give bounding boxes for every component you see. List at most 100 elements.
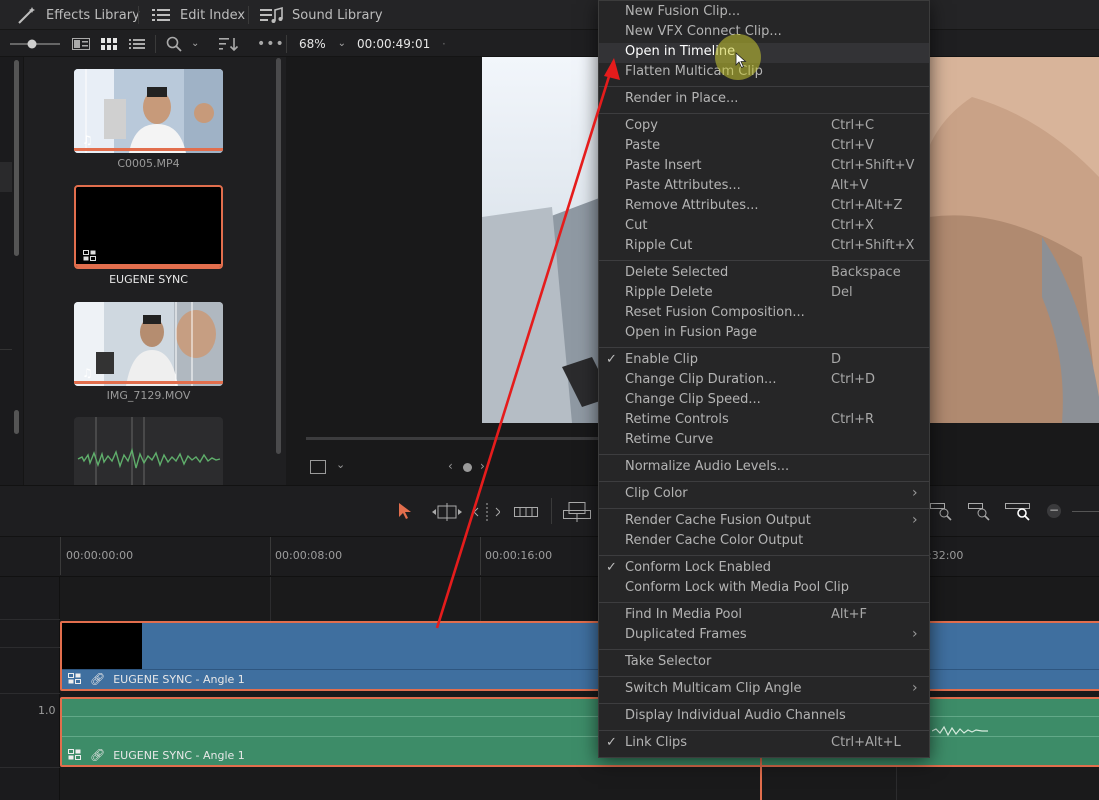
sort-button[interactable] [219,30,239,57]
thumbnail-size-slider[interactable] [10,30,60,57]
menu-item-shortcut: Ctrl+C [831,118,875,133]
insert-clip-icon[interactable] [563,502,591,522]
viewer-timecode[interactable]: 00:00:49:01 [357,30,430,57]
menu-item-paste-attributes[interactable]: Paste Attributes... Alt+V [599,177,929,197]
zoom-detail-icon[interactable] [968,501,990,521]
edit-index-button[interactable]: Edit Index [152,0,245,30]
next-frame-icon[interactable]: › [480,459,485,473]
audio-clip-thumbnail[interactable] [74,417,223,485]
menu-item-conform-lock-enabled[interactable]: ✓ Conform Lock Enabled [599,559,929,579]
menu-item-shortcut: Ctrl+R [831,412,875,427]
menu-item-normalize-audio-levels[interactable]: Normalize Audio Levels... [599,458,929,478]
menu-item-render-cache-color-output[interactable]: Render Cache Color Output [599,532,929,552]
zoom-level[interactable]: 68% ⌄ [299,30,346,57]
menu-item-copy[interactable]: Copy Ctrl+C [599,117,929,137]
timeline-ruler[interactable]: 00:00:00:00 00:00:08:00 00:00:16:00 :32:… [0,537,1099,577]
menu-item-label: New Fusion Clip... [625,4,741,19]
menu-item-render-cache-fusion-output[interactable]: Render Cache Fusion Output › [599,512,929,532]
thumbnail-view-button[interactable] [101,30,117,57]
menu-item-reset-fusion-composition[interactable]: Reset Fusion Composition... [599,304,929,324]
video-clip-label: 🔗︎ EUGENE SYNC - Angle 1 [68,672,245,686]
menu-item-change-clip-speed[interactable]: Change Clip Speed... [599,391,929,411]
transform-icon[interactable] [310,460,326,474]
video-clip[interactable]: 🔗︎ EUGENE SYNC - Angle 1 [60,621,1099,691]
divider [0,647,60,648]
menu-item-retime-curve[interactable]: Retime Curve [599,431,929,451]
bin-selector[interactable] [0,162,12,192]
menu-item-remove-attributes[interactable]: Remove Attributes... Ctrl+Alt+Z [599,197,929,217]
waveform-line [62,716,1099,717]
menu-item-paste-insert[interactable]: Paste Insert Ctrl+Shift+V [599,157,929,177]
menu-item-take-selector[interactable]: Take Selector [599,653,929,673]
chevron-down-icon[interactable]: ⌄ [336,458,345,471]
menu-item-find-in-media-pool[interactable]: Find In Media Pool Alt+F [599,606,929,626]
clip-thumbnail[interactable]: ♫ [74,69,223,153]
clip-thumbnail[interactable]: ♫ [74,302,223,386]
menu-item-switch-multicam-clip-angle[interactable]: Switch Multicam Clip Angle › [599,680,929,700]
menu-item-paste[interactable]: Paste Ctrl+V [599,137,929,157]
menu-item-retime-controls[interactable]: Retime Controls Ctrl+R [599,411,929,431]
audio-note-icon: ♫ [82,366,93,380]
menu-item-cut[interactable]: Cut Ctrl+X [599,217,929,237]
media-pool-scrollbar[interactable] [276,58,281,454]
menu-item-shortcut: Ctrl+Alt+Z [831,198,903,213]
menu-item-link-clips[interactable]: ✓ Link Clips Ctrl+Alt+L [599,734,929,754]
menu-item-open-in-timeline[interactable]: Open in Timeline [599,43,929,63]
audio-waveform [932,725,988,737]
selection-pointer-icon[interactable] [398,502,412,520]
chevron-right-icon: › [912,626,918,642]
zoom-out-button[interactable]: − [1047,504,1061,518]
ruler-tick [60,537,61,575]
menu-item-enable-clip[interactable]: ✓ Enable Clip D [599,351,929,371]
menu-item-clip-color[interactable]: Clip Color › [599,485,929,505]
top-toolbar: Effects Library Edit Index Sound Library [0,0,1099,30]
audio-note-icon: ♫ [82,133,93,147]
playhead-dot-icon[interactable] [463,463,472,472]
search-options-dropdown[interactable]: ⌄ [191,30,199,57]
sound-library-button[interactable]: Sound Library [260,0,383,30]
clip-name: EUGENE SYNC [109,273,188,286]
menu-item-change-clip-duration[interactable]: Change Clip Duration... Ctrl+D [599,371,929,391]
clip-thumbnail-selected[interactable] [74,185,223,269]
media-pool-bin-list [0,57,24,485]
menu-item-label: Find In Media Pool [625,607,743,622]
multicam-icon [68,749,81,760]
zoom-full-icon[interactable] [930,501,952,521]
metadata-view-button[interactable] [72,30,90,57]
menu-separator [599,260,929,261]
zoom-custom-icon[interactable] [1005,501,1031,521]
menu-item-ripple-cut[interactable]: Ripple Cut Ctrl+Shift+X [599,237,929,257]
bin-scrollbar-lower[interactable] [14,410,19,434]
menu-item-render-in-place[interactable]: Render in Place... [599,90,929,110]
menu-item-ripple-delete[interactable]: Ripple Delete Del [599,284,929,304]
search-icon [166,36,182,52]
menu-item-new-fusion-clip[interactable]: New Fusion Clip... [599,3,929,23]
more-options-button[interactable]: ••• [257,30,285,57]
bin-scrollbar[interactable] [14,60,19,256]
menu-item-new-vfx-connect-clip[interactable]: New VFX Connect Clip... [599,23,929,43]
chevron-down-icon: ⌄ [337,38,347,49]
menu-item-open-in-fusion-page[interactable]: Open in Fusion Page [599,324,929,344]
grid-line [896,767,897,800]
trim-edit-icon[interactable] [432,503,462,521]
search-button[interactable] [166,30,182,57]
menu-separator [599,86,929,87]
menu-item-conform-lock-with-media-pool-clip[interactable]: Conform Lock with Media Pool Clip [599,579,929,599]
divider [248,6,249,24]
menu-item-flatten-multicam-clip[interactable]: Flatten Multicam Clip [599,63,929,83]
divider [551,498,552,524]
viewer-scrub-bar[interactable] [306,437,602,440]
menu-item-display-individual-audio-channels[interactable]: Display Individual Audio Channels [599,707,929,727]
ruler-timecode: 00:00:00:00 [66,549,134,562]
zoom-slider[interactable] [1072,511,1099,512]
audio-clip[interactable]: 🔗︎ EUGENE SYNC - Angle 1 [60,697,1099,767]
dynamic-trim-icon[interactable] [474,503,500,521]
menu-item-duplicated-frames[interactable]: Duplicated Frames › [599,626,929,646]
blade-edit-icon[interactable] [514,505,538,519]
prev-frame-icon[interactable]: ‹ [448,459,453,473]
menu-item-delete-selected[interactable]: Delete Selected Backspace [599,264,929,284]
menu-item-shortcut: Ctrl+Shift+X [831,238,915,253]
audio-clip-name: EUGENE SYNC - Angle 1 [113,748,245,762]
list-view-button[interactable] [129,30,145,57]
effects-library-button[interactable]: Effects Library [16,0,140,30]
